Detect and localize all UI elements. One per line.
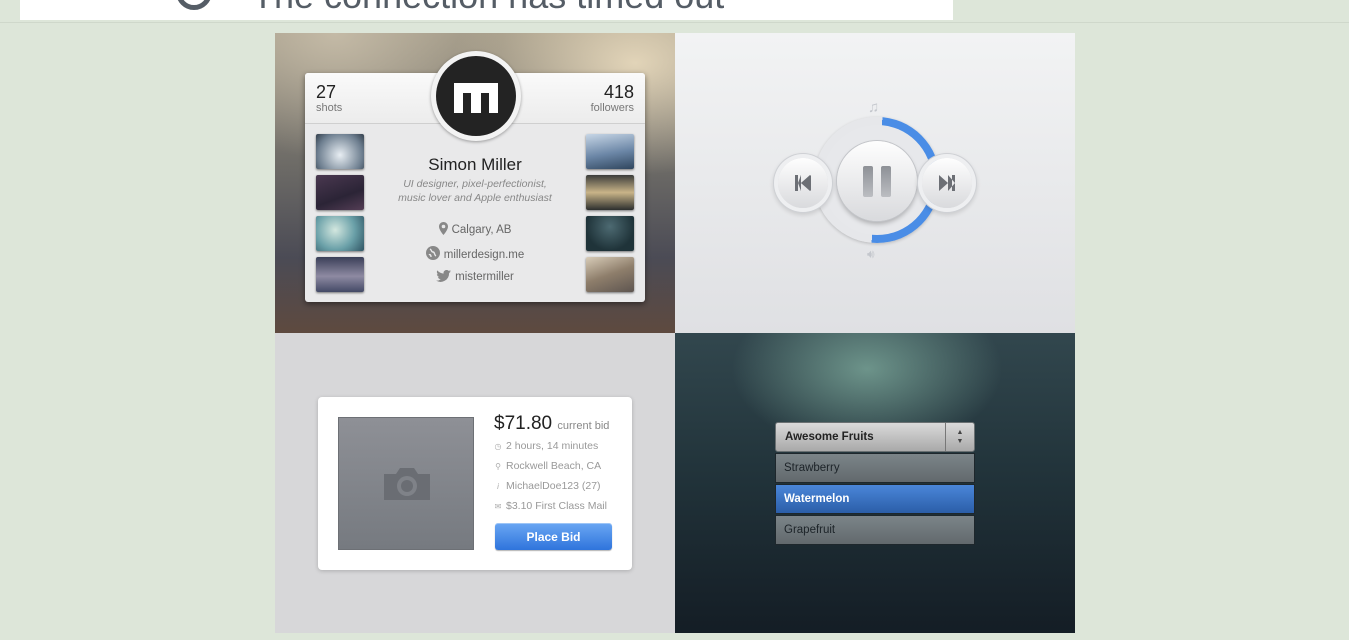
avatar[interactable] xyxy=(431,51,521,141)
map-pin-icon: ⚲ xyxy=(495,462,501,471)
dropdown-option[interactable]: Watermelon xyxy=(775,484,975,514)
mail-icon: ✉ xyxy=(494,502,502,511)
followers-count: 418 xyxy=(603,82,634,102)
brand-logo-icon xyxy=(436,56,516,136)
item-photo-placeholder xyxy=(338,417,474,550)
shot-thumbnail[interactable] xyxy=(316,257,364,292)
bid-price: $71.80 xyxy=(494,413,553,434)
profile-website[interactable]: millerdesign.me xyxy=(390,246,560,261)
item-location: ⚲ Rockwell Beach, CA xyxy=(495,460,602,472)
music-note-icon: ♫ xyxy=(868,99,880,116)
error-title: The connection has timed out xyxy=(252,0,724,16)
profile-location: Calgary, AB xyxy=(390,222,560,236)
shots-stat[interactable]: 27 shots xyxy=(316,82,342,114)
info-icon: i xyxy=(497,482,499,491)
profile-name: Simon Miller xyxy=(428,155,522,174)
shot-thumbnail[interactable] xyxy=(586,216,634,251)
globe-icon xyxy=(425,246,440,260)
fast-forward-icon xyxy=(939,175,955,191)
pause-button[interactable] xyxy=(837,141,917,221)
profile-twitter[interactable]: mistermiller xyxy=(390,269,560,283)
profile-card: 27 shots 418 followers Simon Miller UI d… xyxy=(305,51,645,302)
dropdown-tile: Awesome Fruits ▲ ▼ Strawberry Watermelon … xyxy=(675,333,1075,633)
dropdown-selected: Awesome Fruits xyxy=(785,431,874,443)
info-icon xyxy=(176,0,212,10)
time-left: ◷ 2 hours, 14 minutes xyxy=(494,440,599,452)
camera-icon xyxy=(384,468,430,500)
shot-grid: 27 shots 418 followers Simon Miller UI d… xyxy=(275,33,1075,633)
followers-label: followers xyxy=(590,102,634,114)
twitter-handle[interactable]: mistermiller xyxy=(455,271,514,283)
shot-thumbnail[interactable] xyxy=(316,216,364,251)
auction-card: $71.80 current bid ◷ 2 hours, 14 minutes … xyxy=(318,397,632,570)
shots-count: 27 xyxy=(316,82,337,102)
dropdown-option[interactable]: Grapefruit xyxy=(775,515,975,545)
error-banner: The connection has timed out xyxy=(20,0,953,20)
sort-arrows-icon[interactable]: ▲ ▼ xyxy=(945,423,974,451)
place-bid-button[interactable]: Place Bid xyxy=(495,523,612,550)
shot-thumbnail[interactable] xyxy=(586,257,634,292)
dropdown-option[interactable]: Strawberry xyxy=(775,453,975,483)
shot-thumbnail[interactable] xyxy=(316,175,364,210)
clock-icon: ◷ xyxy=(494,442,502,451)
followers-stat[interactable]: 418 followers xyxy=(591,82,634,114)
shots-label: shots xyxy=(316,102,343,114)
website-link[interactable]: millerdesign.me xyxy=(444,249,525,261)
shot-thumbnail[interactable] xyxy=(586,175,634,210)
divider xyxy=(0,22,1349,23)
previous-button[interactable] xyxy=(778,158,828,208)
player-tile: ♫ 🔊︎ xyxy=(675,33,1075,333)
rewind-icon xyxy=(795,175,811,191)
twitter-icon xyxy=(436,269,452,282)
dropdown-toggle[interactable]: Awesome Fruits ▲ ▼ xyxy=(775,422,975,452)
seller[interactable]: i MichaelDoe123 (27) xyxy=(494,480,600,492)
volume-icon[interactable]: 🔊︎ xyxy=(867,247,875,262)
auction-tile: $71.80 current bid ◷ 2 hours, 14 minutes … xyxy=(275,333,675,633)
shipping: ✉ $3.10 First Class Mail xyxy=(494,500,607,512)
next-button[interactable] xyxy=(922,158,972,208)
location-text: Calgary, AB xyxy=(451,224,512,236)
profile-bio: UI designer, pixel-perfectionist, music … xyxy=(398,178,552,204)
pause-icon xyxy=(863,166,873,197)
profile-tile: 27 shots 418 followers Simon Miller UI d… xyxy=(275,33,675,333)
fruit-dropdown[interactable]: Awesome Fruits ▲ ▼ Strawberry Watermelon … xyxy=(775,422,975,545)
map-pin-icon xyxy=(438,222,448,235)
bid-price-label: current bid xyxy=(557,420,610,432)
current-bid: $71.80 current bid xyxy=(494,413,609,435)
